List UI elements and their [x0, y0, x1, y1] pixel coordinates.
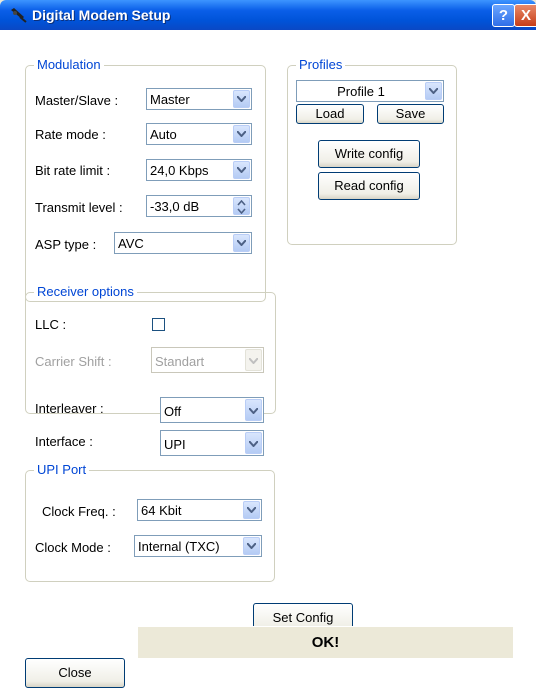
interleaver-label: Interleaver :	[35, 401, 104, 416]
chevron-down-icon[interactable]	[245, 432, 262, 454]
dialog-body: Modulation Master/Slave : Master Rate mo…	[0, 30, 536, 691]
transmit-level-label: Transmit level :	[35, 200, 123, 215]
interface-select[interactable]: UPI	[160, 430, 264, 456]
bit-rate-limit-label: Bit rate limit :	[35, 163, 111, 178]
chevron-down-icon[interactable]	[425, 82, 442, 100]
clock-freq-value: 64 Kbit	[141, 503, 182, 518]
asp-type-label: ASP type :	[35, 237, 97, 252]
transmit-level-value: -33,0 dB	[150, 199, 200, 214]
close-button[interactable]: Close	[25, 658, 125, 688]
chevron-down-icon[interactable]	[233, 234, 250, 252]
interleaver-select[interactable]: Off	[160, 397, 264, 423]
spin-arrows-icon[interactable]	[233, 197, 250, 215]
master-slave-label: Master/Slave :	[35, 93, 119, 108]
rate-mode-select[interactable]: Auto	[146, 123, 252, 145]
status-panel: OK!	[137, 626, 513, 658]
clock-mode-value: Internal (TXC)	[138, 539, 220, 554]
clock-freq-select[interactable]: 64 Kbit	[137, 499, 262, 521]
modulation-legend: Modulation	[34, 57, 104, 72]
carrier-shift-value: Standart	[155, 354, 205, 369]
bit-rate-limit-value: 24,0 Kbps	[150, 163, 209, 178]
upi-port-legend: UPI Port	[34, 462, 90, 477]
rate-mode-label: Rate mode :	[35, 127, 106, 142]
clock-mode-label: Clock Mode :	[35, 540, 111, 555]
clock-freq-label: Clock Freq. :	[42, 504, 116, 519]
save-button[interactable]: Save	[377, 104, 444, 124]
chevron-down-icon[interactable]	[233, 161, 250, 179]
load-button[interactable]: Load	[296, 104, 364, 124]
llc-checkbox[interactable]	[152, 318, 165, 331]
chevron-down-icon[interactable]	[233, 90, 250, 108]
clock-mode-select[interactable]: Internal (TXC)	[134, 535, 262, 557]
chevron-down-icon[interactable]	[243, 501, 260, 519]
transmit-level-spinner[interactable]: -33,0 dB	[146, 195, 252, 217]
master-slave-select[interactable]: Master	[146, 88, 252, 110]
receiver-options-legend: Receiver options	[34, 284, 137, 299]
profiles-legend: Profiles	[296, 57, 346, 72]
close-window-button[interactable]: X	[514, 4, 536, 27]
chevron-down-icon[interactable]	[233, 125, 250, 143]
profile-select[interactable]: Profile 1	[296, 80, 444, 102]
interface-label: Interface :	[35, 434, 93, 449]
window-title: Digital Modem Setup	[32, 7, 171, 23]
read-config-button[interactable]: Read config	[318, 172, 420, 200]
interface-value: UPI	[164, 437, 186, 452]
chevron-down-icon[interactable]	[243, 537, 260, 555]
profile-value: Profile 1	[337, 84, 385, 99]
chevron-down-icon[interactable]	[245, 399, 262, 421]
title-bar[interactable]: Digital Modem Setup ? X	[0, 0, 536, 30]
asp-type-value: AVC	[118, 236, 144, 251]
help-button[interactable]: ?	[492, 4, 515, 27]
rate-mode-value: Auto	[150, 127, 177, 142]
bit-rate-limit-select[interactable]: 24,0 Kbps	[146, 159, 252, 181]
app-icon	[10, 7, 28, 23]
llc-label: LLC :	[35, 317, 67, 332]
write-config-button[interactable]: Write config	[318, 140, 420, 168]
asp-type-select[interactable]: AVC	[114, 232, 252, 254]
interleaver-value: Off	[164, 404, 182, 419]
carrier-shift-select[interactable]: Standart	[151, 347, 264, 373]
carrier-shift-label: Carrier Shift :	[35, 354, 112, 369]
master-slave-value: Master	[150, 92, 190, 107]
upi-port-group: UPI Port	[25, 462, 275, 582]
chevron-down-icon[interactable]	[245, 349, 262, 371]
